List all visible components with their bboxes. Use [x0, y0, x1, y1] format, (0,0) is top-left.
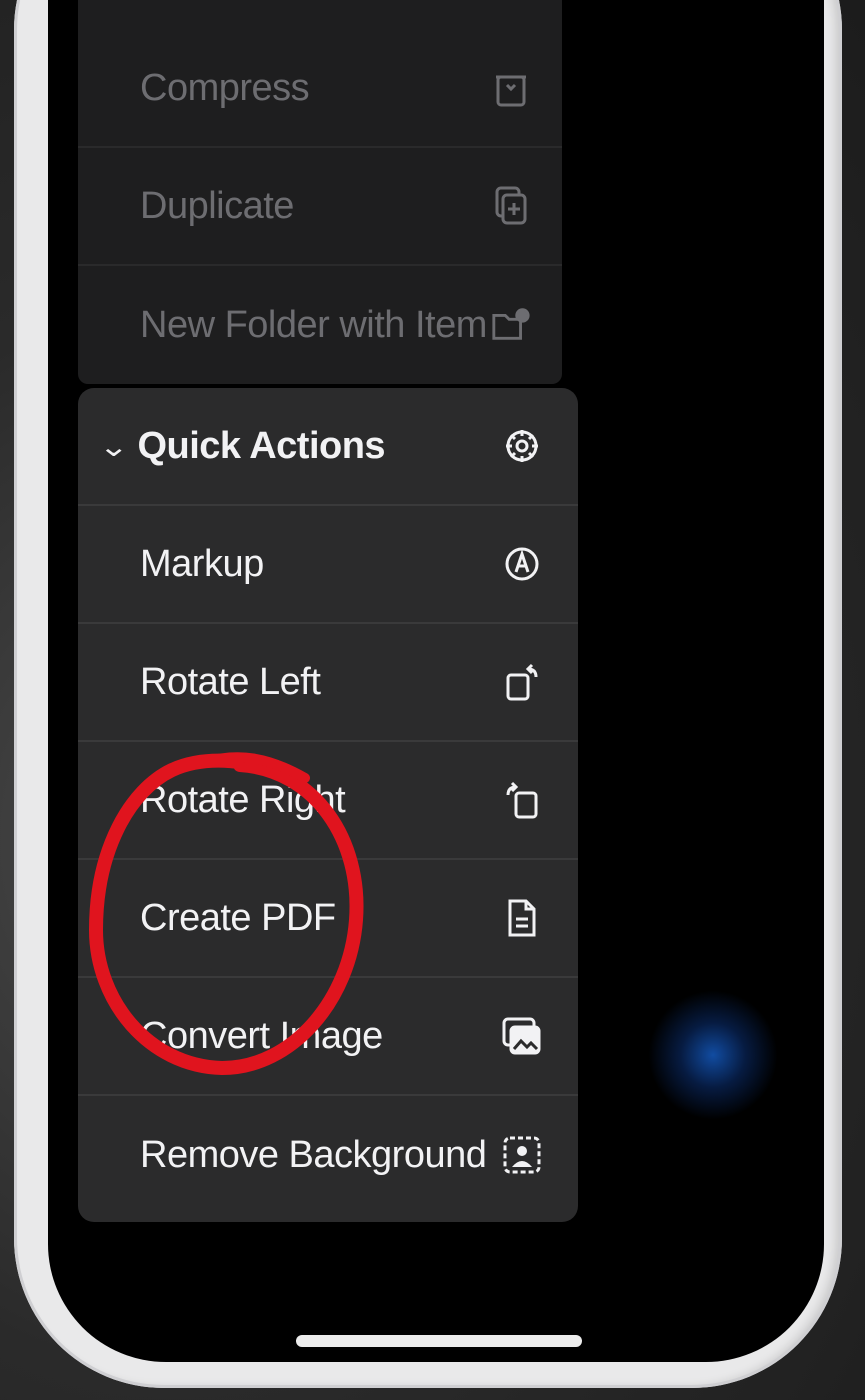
- remove-background-icon: [500, 1133, 544, 1177]
- folder-badge-icon: [490, 304, 532, 346]
- gear-icon: [500, 424, 544, 468]
- quick-action-rotate-left[interactable]: Rotate Left: [78, 624, 578, 742]
- home-indicator: [296, 1335, 582, 1347]
- blue-glow: [648, 990, 778, 1120]
- menu-item-label: New Folder with Item: [140, 303, 487, 346]
- chevron-down-icon: ⌄: [98, 430, 129, 462]
- archive-box-icon: [490, 68, 532, 110]
- menu-item-label: Compress: [140, 67, 310, 109]
- context-menu-upper: Compress Duplicate New Folder with Item: [78, 0, 562, 384]
- quick-action-label: Rotate Right: [140, 778, 346, 821]
- quick-actions-label: Quick Actions: [137, 424, 386, 467]
- quick-action-label: Rotate Left: [140, 660, 321, 703]
- menu-item-duplicate[interactable]: Duplicate: [78, 148, 562, 266]
- quick-action-remove-background[interactable]: Remove Background: [78, 1096, 578, 1214]
- quick-actions-header[interactable]: ⌄ Quick Actions: [78, 388, 578, 506]
- quick-action-create-pdf[interactable]: Create PDF: [78, 860, 578, 978]
- quick-action-convert-image[interactable]: Convert Image: [78, 978, 578, 1096]
- menu-item-new-folder-with-item[interactable]: New Folder with Item: [78, 266, 562, 384]
- rotate-right-icon: [500, 778, 544, 822]
- quick-action-markup[interactable]: Markup: [78, 506, 578, 624]
- menu-item-label: Duplicate: [140, 184, 294, 227]
- document-icon: [500, 896, 544, 940]
- quick-actions-panel: ⌄ Quick Actions Markup Rotate Left Rotat…: [78, 388, 578, 1222]
- duplicate-icon: [490, 185, 532, 227]
- menu-item-compress[interactable]: Compress: [78, 0, 562, 148]
- rotate-left-icon: [500, 660, 544, 704]
- quick-action-label: Convert Image: [140, 1014, 383, 1057]
- quick-action-rotate-right[interactable]: Rotate Right: [78, 742, 578, 860]
- markup-pen-icon: [500, 542, 544, 586]
- quick-action-label: Create PDF: [140, 896, 336, 939]
- convert-image-icon: [500, 1014, 544, 1058]
- quick-action-label: Remove Background: [140, 1133, 487, 1176]
- quick-action-label: Markup: [140, 542, 264, 585]
